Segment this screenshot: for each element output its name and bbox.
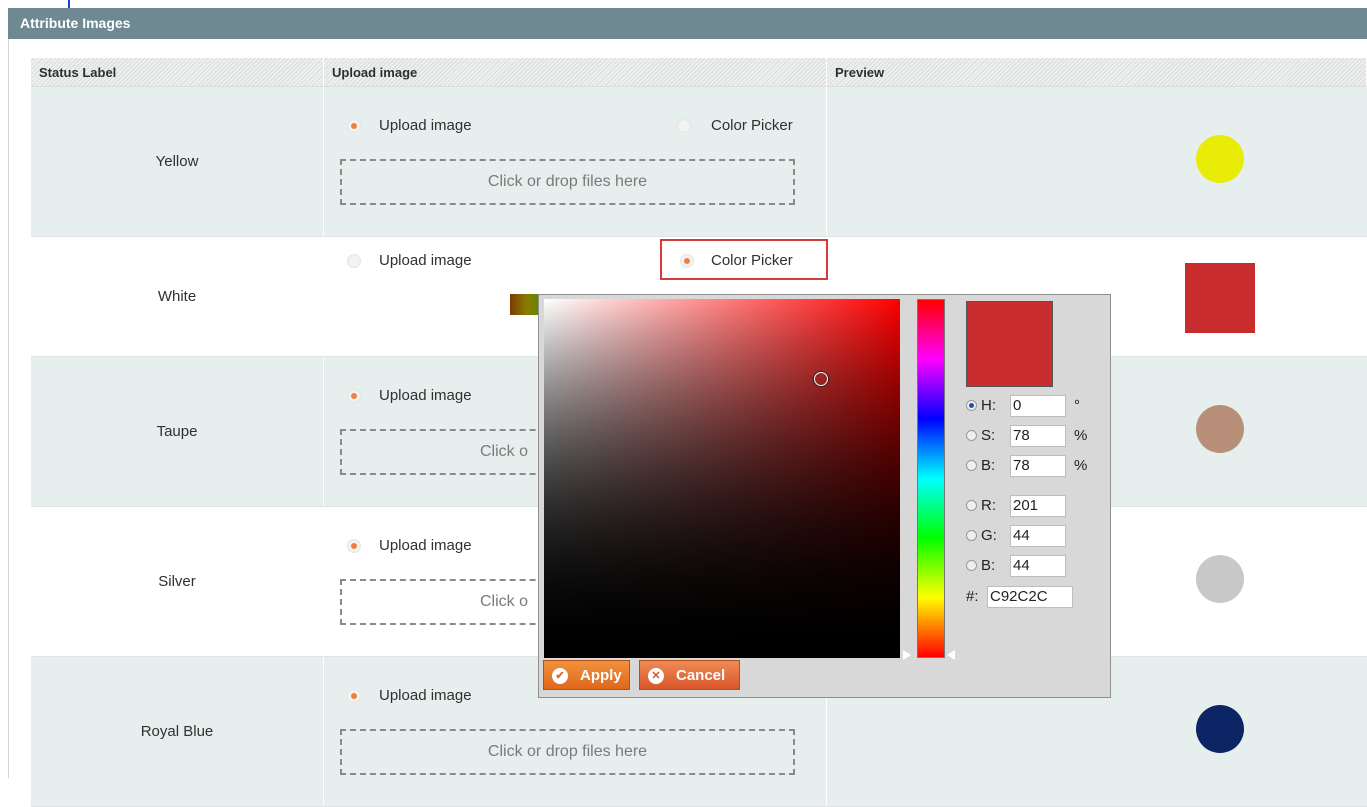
color-swatch-preview xyxy=(1185,263,1255,333)
saturation-brightness-field[interactable] xyxy=(544,299,900,658)
hue-slider[interactable] xyxy=(917,299,945,658)
panel-header: Attribute Images xyxy=(8,8,1367,39)
brightness-label: B: xyxy=(981,457,996,474)
status-label: White xyxy=(31,237,324,356)
hue-input[interactable]: 0 xyxy=(1010,395,1066,417)
cancel-button[interactable]: ✕ Cancel xyxy=(639,660,740,690)
status-label: Silver xyxy=(31,507,324,656)
brightness-input[interactable]: 78 xyxy=(1010,455,1066,477)
color-swatch-preview xyxy=(1196,555,1244,603)
upload-image-label: Upload image xyxy=(379,537,472,554)
upload-cell: Upload image Color Picker Click or drop … xyxy=(324,87,827,236)
header-status-label: Status Label xyxy=(31,58,324,87)
upload-image-label: Upload image xyxy=(379,117,472,134)
hue-slider-right-arrow-icon[interactable] xyxy=(947,650,955,660)
cancel-label: Cancel xyxy=(676,667,726,684)
upload-image-label: Upload image xyxy=(379,387,472,404)
header-preview: Preview xyxy=(827,58,1367,87)
color-selector-cursor[interactable] xyxy=(814,372,828,386)
hue-label: H: xyxy=(981,397,996,414)
saturation-input[interactable]: 78 xyxy=(1010,425,1066,447)
blue-label: B: xyxy=(981,557,996,574)
hex-label: #: xyxy=(966,588,979,605)
status-label: Yellow xyxy=(31,87,324,236)
hex-input[interactable]: C92C2C xyxy=(987,586,1073,608)
color-picker-popup: H: 0 ° S: 78 % B: 78 % R: 201 G: 44 B: 4… xyxy=(538,294,1111,698)
new-color-swatch xyxy=(966,301,1053,387)
status-label: Taupe xyxy=(31,357,324,506)
upload-image-radio[interactable] xyxy=(347,689,361,703)
red-label: R: xyxy=(981,497,996,514)
green-radio[interactable] xyxy=(966,530,977,541)
upload-image-label: Upload image xyxy=(379,252,472,269)
upload-image-radio[interactable] xyxy=(347,119,361,133)
blue-input[interactable]: 44 xyxy=(1010,555,1066,577)
percent-unit: % xyxy=(1074,457,1088,474)
green-input[interactable]: 44 xyxy=(1010,525,1066,547)
hue-slider-left-arrow-icon[interactable] xyxy=(903,650,911,660)
check-icon: ✔ xyxy=(552,668,568,684)
color-swatch-preview xyxy=(1196,135,1244,183)
status-label: Royal Blue xyxy=(31,657,324,806)
percent-unit: % xyxy=(1074,427,1088,444)
upload-image-radio[interactable] xyxy=(347,539,361,553)
panel-title: Attribute Images xyxy=(20,15,131,31)
blue-radio[interactable] xyxy=(966,560,977,571)
top-link-fragment[interactable] xyxy=(68,0,78,8)
upload-image-radio[interactable] xyxy=(347,389,361,403)
red-input[interactable]: 201 xyxy=(1010,495,1066,517)
dropzone-text: Click o xyxy=(480,443,529,460)
hue-radio[interactable] xyxy=(966,400,977,411)
upload-image-radio[interactable] xyxy=(347,254,361,268)
color-picker-radio[interactable] xyxy=(677,119,691,133)
file-dropzone[interactable]: Click or drop files here xyxy=(340,729,795,775)
color-swatch-preview xyxy=(1196,405,1244,453)
color-picker-label: Color Picker xyxy=(711,117,793,134)
dropzone-text: Click o xyxy=(480,593,529,610)
saturation-radio[interactable] xyxy=(966,430,977,441)
color-swatch-preview xyxy=(1196,705,1244,753)
saturation-label: S: xyxy=(981,427,996,444)
header-upload-image: Upload image xyxy=(324,58,827,87)
apply-button[interactable]: ✔ Apply xyxy=(543,660,630,690)
degree-unit: ° xyxy=(1074,397,1080,414)
brightness-radio[interactable] xyxy=(966,460,977,471)
apply-label: Apply xyxy=(580,667,622,684)
file-dropzone[interactable]: Click or drop files here xyxy=(340,159,795,205)
preview-cell xyxy=(827,87,1367,236)
green-label: G: xyxy=(981,527,997,544)
table-row: Yellow Upload image Color Picker Click o… xyxy=(31,87,1367,237)
close-icon: ✕ xyxy=(648,668,664,684)
upload-image-label: Upload image xyxy=(379,687,472,704)
red-radio[interactable] xyxy=(966,500,977,511)
color-picker-highlight xyxy=(660,239,828,280)
